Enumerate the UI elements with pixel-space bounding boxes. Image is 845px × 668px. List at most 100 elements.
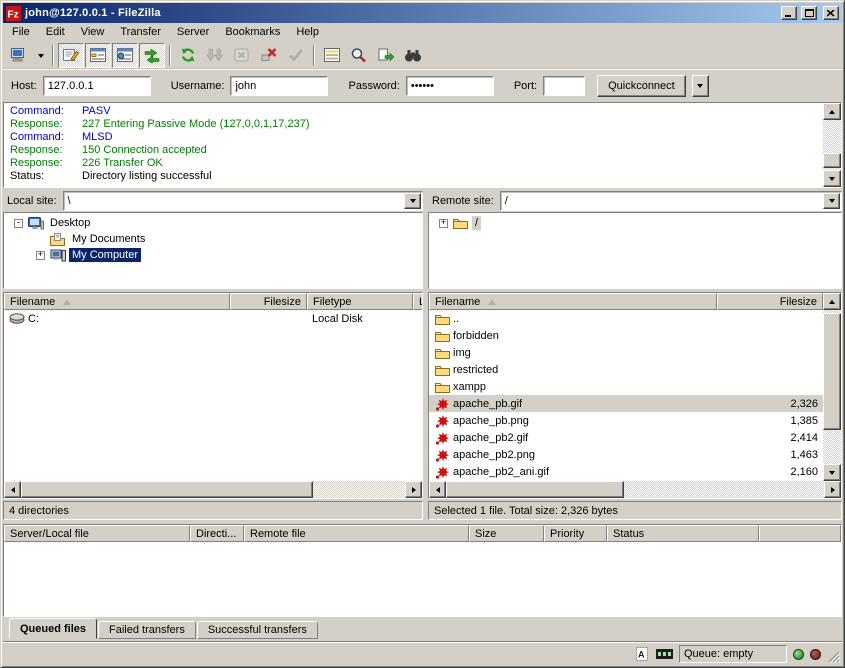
column-header-size[interactable]: Size	[469, 525, 544, 542]
remote-horizontal-scrollbar[interactable]	[429, 481, 841, 498]
minimize-button[interactable]	[781, 6, 797, 20]
site-manager-button[interactable]	[6, 43, 32, 68]
menu-help[interactable]: Help	[288, 24, 327, 40]
menu-server[interactable]: Server	[169, 24, 217, 40]
scroll-thumb[interactable]	[21, 481, 313, 498]
remote-file-row-forbidden[interactable]: forbidden	[429, 327, 823, 344]
remote-site-dropdown-button[interactable]	[823, 193, 840, 209]
scroll-thumb[interactable]	[823, 153, 841, 168]
close-button[interactable]	[823, 6, 839, 20]
toggle-message-log-button[interactable]	[58, 43, 84, 68]
synchronized-browsing-icon	[377, 47, 395, 63]
tab-queued-files[interactable]: Queued files	[9, 618, 97, 639]
remote-file-row-apache-pb2-gif[interactable]: apache_pb2.gif2,414	[429, 429, 823, 446]
column-header-server-local-file[interactable]: Server/Local file	[4, 525, 190, 542]
scroll-track[interactable]	[823, 120, 841, 170]
remote-file-row-restricted[interactable]: restricted	[429, 361, 823, 378]
scroll-down-button[interactable]	[823, 170, 841, 187]
scroll-right-button[interactable]	[824, 481, 841, 498]
toggle-transfer-queue-button[interactable]	[139, 43, 165, 68]
menu-edit[interactable]: Edit	[38, 24, 73, 40]
remote-status-text: Selected 1 file. Total size: 2,326 bytes	[428, 501, 842, 520]
find-files-button[interactable]	[346, 43, 372, 68]
site-manager-dropdown-button[interactable]	[33, 43, 48, 68]
remote-site-combobox[interactable]: /	[500, 191, 842, 211]
tab-failed-transfers[interactable]: Failed transfers	[98, 621, 196, 639]
column-header-remote-file[interactable]: Remote file	[244, 525, 469, 542]
remote-file-row-apache-pb-gif[interactable]: apache_pb.gif2,326	[429, 395, 823, 412]
column-header-priority[interactable]: Priority	[544, 525, 607, 542]
maximize-button[interactable]	[801, 6, 817, 20]
tab-successful-transfers[interactable]: Successful transfers	[197, 621, 318, 639]
tree-expander-minus[interactable]: -	[14, 219, 23, 228]
activity-led-green-icon	[793, 649, 804, 660]
transfer-type-indicator-icon[interactable]: A	[636, 647, 650, 661]
cancel-operation-button[interactable]	[229, 43, 255, 68]
remote-file-row-apache-pb2-png[interactable]: apache_pb2.png1,463	[429, 446, 823, 463]
scroll-left-button[interactable]	[4, 481, 21, 498]
column-header-filename[interactable]: Filename	[4, 293, 230, 310]
scroll-down-button[interactable]	[823, 464, 841, 481]
speed-limit-indicator-icon[interactable]	[656, 649, 673, 659]
toggle-remote-tree-button[interactable]	[112, 43, 138, 68]
resize-grip[interactable]	[827, 650, 840, 663]
column-header-directi[interactable]: Directi...	[190, 525, 244, 542]
remote-site-label: Remote site:	[428, 195, 497, 207]
scroll-thumb[interactable]	[823, 313, 841, 430]
local-tree-item-desktop[interactable]: -Desktop	[4, 215, 422, 231]
remote-file-row-apache-pb-png[interactable]: apache_pb.png1,385	[429, 412, 823, 429]
toggle-local-tree-button[interactable]	[85, 43, 111, 68]
scroll-up-button[interactable]	[823, 103, 841, 120]
port-input[interactable]	[543, 76, 585, 96]
menu-view[interactable]: View	[73, 24, 113, 40]
remote-file-row-apache-pb2-ani-gif[interactable]: apache_pb2_ani.gif2,160	[429, 463, 823, 480]
remote-vertical-scrollbar[interactable]	[823, 293, 841, 481]
log-vertical-scrollbar[interactable]	[823, 103, 841, 187]
column-header-filetype[interactable]: Filetype	[307, 293, 413, 310]
synchronized-browsing-button[interactable]	[373, 43, 399, 68]
remote-list-body: ..forbiddenimgrestrictedxamppapache_pb.g…	[429, 310, 823, 481]
activity-led-red-icon	[810, 649, 821, 660]
scroll-track[interactable]	[21, 481, 405, 498]
reconnect-button[interactable]	[283, 43, 309, 68]
local-tree-item-my-computer[interactable]: +My Computer	[4, 247, 422, 263]
directory-comparison-button[interactable]	[319, 43, 345, 68]
quickconnect-button[interactable]: Quickconnect	[597, 75, 686, 97]
scroll-thumb[interactable]	[446, 481, 624, 498]
disconnect-button[interactable]	[256, 43, 282, 68]
column-header-status[interactable]: Status	[607, 525, 759, 542]
scroll-right-button[interactable]	[405, 481, 422, 498]
message-log-lines: Command:PASVResponse:227 Entering Passiv…	[4, 103, 823, 187]
column-header-l[interactable]: L	[413, 293, 422, 310]
refresh-button[interactable]	[175, 43, 201, 68]
status-bar: A Queue: empty	[3, 641, 842, 665]
remote-file-row-xampp[interactable]: xampp	[429, 378, 823, 395]
menu-transfer[interactable]: Transfer	[112, 24, 169, 40]
tree-expander-plus[interactable]: +	[439, 219, 448, 228]
scroll-track[interactable]	[823, 310, 841, 464]
local-site-dropdown-button[interactable]	[404, 193, 421, 209]
filter-files-button[interactable]	[400, 43, 426, 68]
quickconnect-dropdown-button[interactable]	[692, 75, 709, 97]
scroll-up-button[interactable]	[823, 293, 841, 310]
tree-expander-plus[interactable]: +	[36, 251, 45, 260]
password-label: Password:	[348, 80, 399, 92]
remote-tree-item-col[interactable]: +/	[429, 215, 841, 231]
local-site-combobox[interactable]: \	[63, 191, 423, 211]
column-header-filesize[interactable]: Filesize	[717, 293, 823, 310]
local-file-row-c[interactable]: C:Local Disk	[4, 310, 422, 327]
menu-file[interactable]: File	[4, 24, 38, 40]
local-horizontal-scrollbar[interactable]	[4, 481, 422, 498]
column-header-filesize[interactable]: Filesize	[230, 293, 307, 310]
process-queue-button[interactable]	[202, 43, 228, 68]
username-input[interactable]	[230, 76, 328, 96]
scroll-track[interactable]	[446, 481, 824, 498]
remote-file-row-col[interactable]: ..	[429, 310, 823, 327]
remote-file-row-img[interactable]: img	[429, 344, 823, 361]
scroll-left-button[interactable]	[429, 481, 446, 498]
menu-bookmarks[interactable]: Bookmarks	[217, 24, 288, 40]
local-tree-item-my-documents[interactable]: My Documents	[4, 231, 422, 247]
column-header-filename[interactable]: Filename	[429, 293, 717, 310]
password-input[interactable]	[406, 76, 494, 96]
host-input[interactable]	[43, 76, 151, 96]
